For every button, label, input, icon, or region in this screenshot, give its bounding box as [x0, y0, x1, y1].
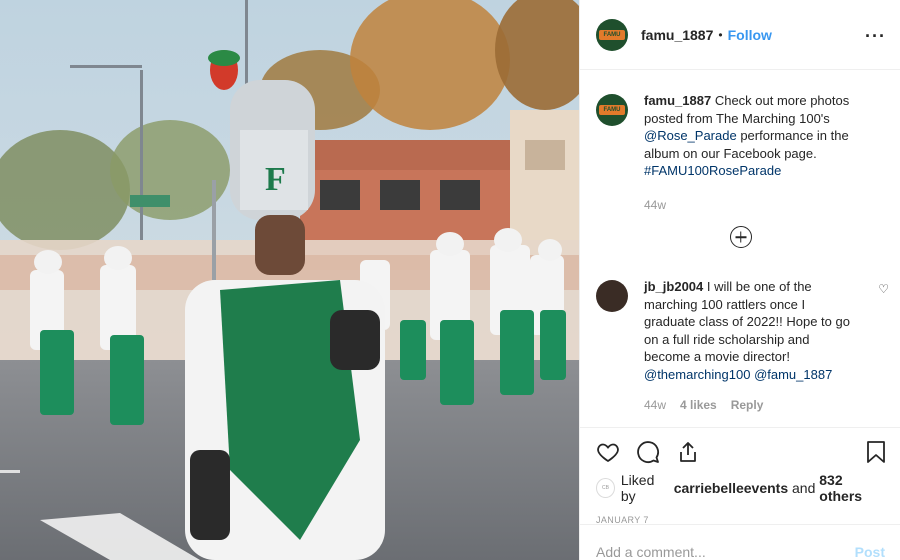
caption-age: 44w: [644, 197, 667, 212]
caption-mention[interactable]: @Rose_Parade: [644, 128, 737, 143]
liked-by-middle: and: [788, 480, 820, 496]
like-comment-heart-icon[interactable]: ♡: [878, 282, 889, 296]
reply-mention-2[interactable]: @famu_1887: [754, 367, 832, 382]
liked-by-prefix: Liked by: [620, 472, 655, 504]
caption-avatar[interactable]: FAMU: [596, 94, 628, 126]
comment-composer: Add a comment... Post: [580, 524, 900, 560]
liked-by-row: CB Liked by carriebelleevents and 832 ot…: [580, 472, 900, 504]
liker-username[interactable]: carriebelleevents: [674, 480, 788, 496]
caption-username[interactable]: famu_1887: [644, 93, 711, 108]
commenter-avatar[interactable]: [596, 280, 628, 312]
reply-username[interactable]: jb_jb2004: [644, 279, 703, 294]
caption-meta: 44w: [644, 197, 857, 215]
famu-logo-badge: FAMU: [599, 105, 625, 115]
comment-input[interactable]: Add a comment...: [596, 542, 706, 560]
separator-dot: •: [718, 27, 723, 42]
comment-icon[interactable]: [636, 440, 660, 464]
caption-body: famu_1887 Check out more photos posted f…: [644, 92, 857, 214]
post-sidebar: FAMU famu_1887 • Follow ··· FAMU famu_18…: [579, 0, 900, 560]
reply-mention-1[interactable]: @themarching100: [644, 367, 750, 382]
load-more-comments-icon[interactable]: [729, 226, 752, 248]
reply-age: 44w: [644, 398, 667, 412]
comments-section: FAMU famu_1887 Check out more photos pos…: [580, 70, 900, 427]
marching-band-photo: F: [0, 0, 579, 560]
liker-avatar[interactable]: CB: [596, 478, 615, 498]
reply-button[interactable]: Reply: [731, 397, 764, 415]
svg-text:F: F: [265, 161, 286, 198]
post-actions: CB Liked by carriebelleevents and 832 ot…: [580, 427, 900, 525]
reply-comment: jb_jb2004 I will be one of the marching …: [580, 278, 900, 415]
post-photo[interactable]: F: [0, 0, 579, 560]
instagram-post: F FAMU famu_1887 • Follow ··· FAMU famu_…: [0, 0, 900, 560]
reply-likes[interactable]: 4 likes: [680, 397, 717, 415]
caption-hashtag[interactable]: #FAMU100RoseParade: [644, 163, 781, 178]
famu-logo-badge: FAMU: [599, 29, 625, 40]
caption-comment: FAMU famu_1887 Check out more photos pos…: [580, 92, 900, 214]
header-username[interactable]: famu_1887: [641, 27, 713, 43]
share-icon[interactable]: [676, 440, 700, 464]
bookmark-icon[interactable]: [865, 440, 887, 464]
post-comment-button[interactable]: Post: [855, 542, 885, 560]
more-options-icon[interactable]: ···: [865, 26, 886, 47]
reply-meta: 44w 4 likes Reply: [644, 397, 857, 415]
follow-button[interactable]: Follow: [728, 27, 772, 43]
heart-icon[interactable]: [596, 440, 620, 464]
action-icons-row: [580, 428, 900, 476]
reply-body: jb_jb2004 I will be one of the marching …: [644, 278, 857, 415]
others-count[interactable]: 832 others: [819, 472, 885, 504]
account-avatar[interactable]: FAMU: [596, 18, 628, 51]
post-header: FAMU famu_1887 • Follow ···: [580, 0, 900, 70]
